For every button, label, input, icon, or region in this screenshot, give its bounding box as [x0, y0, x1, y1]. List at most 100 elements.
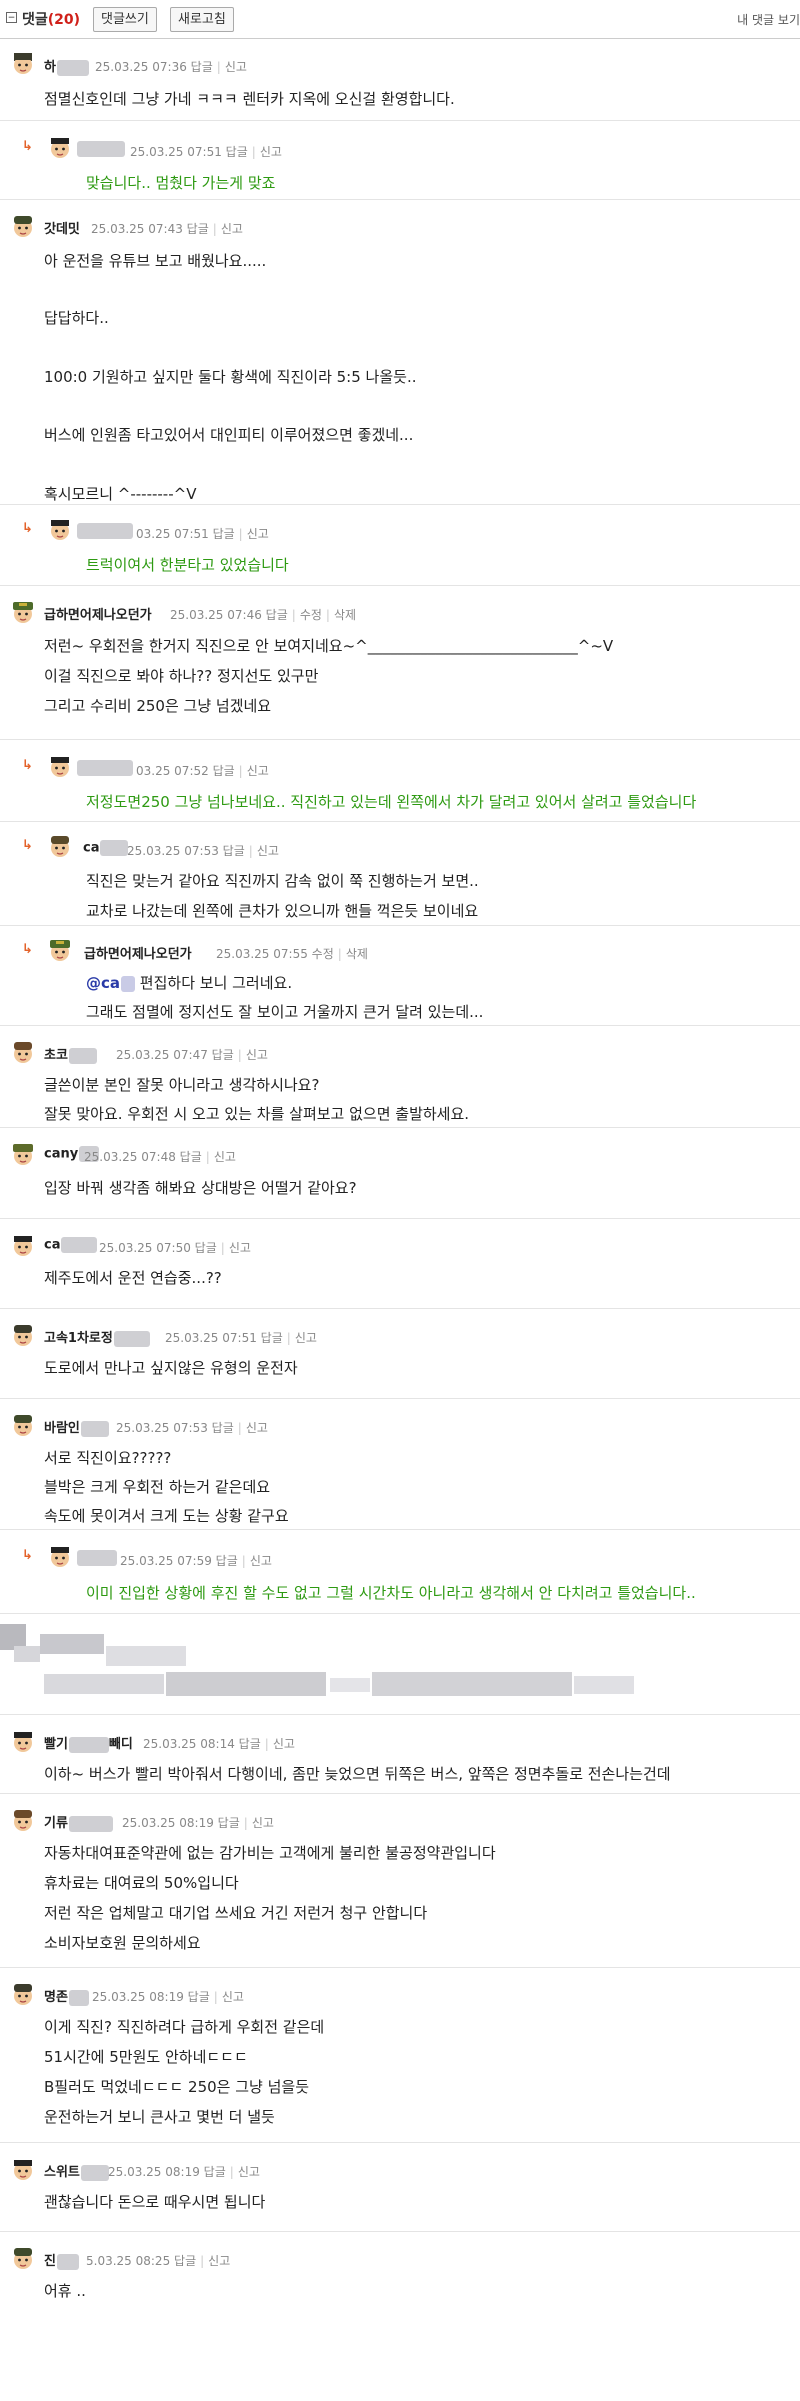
reply-arrow-icon: ↳ — [22, 838, 33, 853]
comment-text: 휴차료는 대여료의 50%입니다 — [44, 1874, 239, 1892]
report-link[interactable]: 신고 — [229, 1241, 251, 1255]
comment-text: 혹시모르니 ^--------^V — [44, 485, 197, 503]
my-comments-link[interactable]: 내 댓글 보기 — [737, 11, 800, 28]
comment-date: 25.03.25 08:19 — [108, 2165, 200, 2179]
reply-link[interactable]: 답글 — [174, 2254, 196, 2268]
report-link[interactable]: 신고 — [222, 1990, 244, 2004]
reply-link[interactable]: 답글 — [216, 1554, 238, 1568]
comment-meta: 25.03.25 07:51 답글 | 신고 — [130, 145, 282, 159]
comment-meta: 25.03.25 08:19 답글 | 신고 — [108, 2165, 260, 2179]
reply-link[interactable]: 답글 — [226, 145, 248, 159]
reply-link[interactable]: 답글 — [191, 60, 213, 74]
reply-link[interactable]: 답글 — [180, 1150, 202, 1164]
author-name[interactable]: 스위트 — [44, 2161, 109, 2181]
author-name[interactable] — [76, 523, 133, 539]
avatar — [10, 1982, 36, 2008]
blurred-block — [330, 1678, 370, 1692]
reply-link[interactable]: 답글 — [213, 527, 235, 541]
comment-date: 25.03.25 07:36 — [95, 60, 187, 74]
comment-meta: 25.03.25 08:19 답글 | 신고 — [122, 1816, 274, 1830]
reply-link[interactable]: 답글 — [188, 1990, 210, 2004]
report-link[interactable]: 신고 — [260, 145, 282, 159]
avatar — [10, 600, 36, 626]
comment-meta: 25.03.25 07:55 수정 | 삭제 — [216, 947, 368, 961]
report-link[interactable]: 신고 — [238, 2165, 260, 2179]
mention-link[interactable]: @ca — [86, 974, 120, 992]
comment-date: 25.03.25 07:47 — [116, 1048, 208, 1062]
comment-date: 25.03.25 07:53 — [127, 844, 219, 858]
comment-meta: 03.25 07:51 답글 | 신고 — [136, 527, 269, 541]
author-name[interactable]: 초코 — [44, 1044, 97, 1064]
author-name[interactable]: 고속1차로정 — [44, 1327, 150, 1347]
comment-text: 아 운전을 유튜브 보고 배웠나요..... — [44, 252, 267, 270]
reply-link[interactable]: 답글 — [195, 1241, 217, 1255]
report-link[interactable]: 신고 — [246, 1048, 268, 1062]
avatar — [10, 1142, 36, 1168]
author-name[interactable]: 급하면어제나오던가 — [84, 943, 192, 962]
author-name[interactable]: 빨기 빼디 — [44, 1733, 133, 1753]
avatar — [47, 754, 73, 780]
author-name[interactable]: ca — [44, 1237, 98, 1253]
comment-date: 03.25 07:51 — [136, 527, 209, 541]
reply-link[interactable]: 답글 — [261, 1331, 283, 1345]
author-name[interactable]: 하 — [44, 56, 89, 76]
reply-link[interactable]: 답글 — [218, 1816, 240, 1830]
comment-item: 스위트 25.03.25 08:19 답글 | 신고 괜찮습니다 돈으로 때우시면 … — [0, 2143, 800, 2232]
report-link[interactable]: 신고 — [247, 527, 269, 541]
report-link[interactable]: 신고 — [247, 764, 269, 778]
author-name[interactable] — [76, 760, 133, 776]
comment-item: 빨기 빼디 25.03.25 08:14 답글 | 신고 이하~ 버스가 빨리 박아줘… — [0, 1715, 800, 1794]
author-name[interactable] — [76, 141, 125, 157]
write-comment-button[interactable]: 댓글쓰기 — [93, 7, 157, 32]
comment-text: 맞습니다.. 멈췄다 가는게 맞죠 — [86, 174, 276, 192]
comment-item: 고속1차로정 25.03.25 07:51 답글 | 신고 도로에서 만나고 싶지않… — [0, 1309, 800, 1399]
author-name[interactable] — [76, 1550, 117, 1566]
report-link[interactable]: 신고 — [250, 1554, 272, 1568]
comment-count: (20) — [47, 12, 81, 28]
comment-meta: 25.03.25 07:53 답글 | 신고 — [116, 1421, 268, 1435]
report-link[interactable]: 신고 — [221, 222, 243, 236]
report-link[interactable]: 신고 — [252, 1816, 274, 1830]
comment-item: 급하면어제나오던가 25.03.25 07:46 답글 | 수정 | 삭제 저런~ 우회… — [0, 586, 800, 740]
author-name[interactable]: 갓데밋 — [44, 218, 80, 237]
report-link[interactable]: 신고 — [257, 844, 279, 858]
report-link[interactable]: 신고 — [225, 60, 247, 74]
comment-meta: 5.03.25 08:25 답글 | 신고 — [86, 2254, 231, 2268]
report-link[interactable]: 신고 — [214, 1150, 236, 1164]
avatar — [10, 1323, 36, 1349]
reply-arrow-icon: ↳ — [22, 758, 33, 773]
edit-link[interactable]: 수정 — [312, 947, 334, 961]
author-name[interactable]: 기류 — [44, 1812, 113, 1832]
reply-link[interactable]: 답글 — [266, 608, 288, 622]
blurred-block — [40, 1634, 104, 1654]
reply-link[interactable]: 답글 — [212, 1048, 234, 1062]
reply-arrow-icon: ↳ — [22, 942, 33, 957]
comment-date: 25.03.25 07:50 — [99, 1241, 191, 1255]
delete-link[interactable]: 삭제 — [334, 608, 356, 622]
comment-meta: 25.03.25 07:36 답글 | 신고 — [95, 60, 247, 74]
reply-link[interactable]: 답글 — [187, 222, 209, 236]
report-link[interactable]: 신고 — [208, 2254, 230, 2268]
collapse-toggle-icon[interactable]: − — [6, 12, 17, 23]
delete-link[interactable]: 삭제 — [346, 947, 368, 961]
comment-text: 직진은 맞는거 같아요 직진까지 감속 없이 쭉 진행하는거 보면.. — [86, 872, 479, 890]
reply-link[interactable]: 답글 — [213, 764, 235, 778]
reply-link[interactable]: 답글 — [204, 2165, 226, 2179]
report-link[interactable]: 신고 — [295, 1331, 317, 1345]
author-name[interactable]: 바람인 — [44, 1417, 109, 1437]
author-name[interactable]: 진 — [44, 2250, 79, 2270]
report-link[interactable]: 신고 — [246, 1421, 268, 1435]
author-name[interactable]: 급하면어제나오던가 — [44, 604, 152, 623]
reply-link[interactable]: 답글 — [223, 844, 245, 858]
edit-link[interactable]: 수정 — [300, 608, 322, 622]
report-link[interactable]: 신고 — [273, 1737, 295, 1751]
avatar — [10, 2157, 36, 2183]
comment-text: 이게 직진? 직진하려다 급하게 우회전 같은데 — [44, 2018, 325, 2036]
author-name[interactable]: ca — [83, 840, 129, 856]
comment-text: 그리고 수리비 250은 그냥 넘겠네요 — [44, 697, 272, 715]
author-name[interactable]: 명존 — [44, 1986, 89, 2006]
refresh-button[interactable]: 새로고침 — [170, 7, 234, 32]
reply-link[interactable]: 답글 — [212, 1421, 234, 1435]
comment-text: 이미 진입한 상황에 후진 할 수도 없고 그럴 시간차도 아니라고 생각해서 … — [86, 1584, 696, 1602]
reply-link[interactable]: 답글 — [239, 1737, 261, 1751]
